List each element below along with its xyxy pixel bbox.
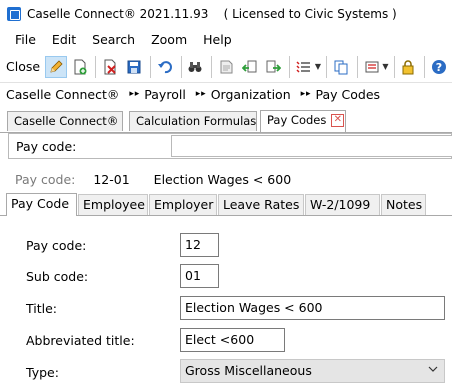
lock-icon[interactable] xyxy=(398,56,420,78)
close-button[interactable]: Close xyxy=(6,59,40,74)
breadcrumb: Caselle Connect® ▸ ▸ Payroll ▸ ▸ Organiz… xyxy=(0,83,452,105)
record-description: Election Wages < 600 xyxy=(153,172,292,187)
tab-pay-codes[interactable]: Pay Codes ✕ xyxy=(260,110,346,132)
sub-code-field[interactable]: 01 xyxy=(180,264,219,288)
help-icon[interactable]: ? xyxy=(428,56,450,78)
breadcrumb-arrow-icon[interactable]: ▸ ▸ xyxy=(129,89,139,99)
breadcrumb-item[interactable]: Caselle Connect® xyxy=(6,87,119,102)
title-field[interactable]: Election Wages < 600 xyxy=(180,296,445,320)
tab-pay-code[interactable]: Pay Code xyxy=(6,193,77,216)
tab-employee[interactable]: Employee xyxy=(78,194,148,215)
toolbar-separator xyxy=(356,55,358,78)
pay-code-field[interactable]: 12 xyxy=(180,233,219,257)
tab-employer[interactable]: Employer xyxy=(149,194,217,215)
tab-caselle-connect[interactable]: Caselle Connect® xyxy=(7,111,123,131)
chevron-down-icon[interactable]: ▼ xyxy=(315,62,321,71)
list-options-icon[interactable] xyxy=(293,56,315,78)
breadcrumb-item[interactable]: Payroll xyxy=(144,87,186,102)
toolbar: Close ▼ ▼ ? xyxy=(0,51,452,83)
menu-bar: File Edit Search Zoom Help xyxy=(0,28,452,50)
record-code: 12-01 xyxy=(93,172,130,187)
pay-code-search-input[interactable] xyxy=(171,135,452,157)
toolbar-separator xyxy=(95,55,97,78)
title-label: Title: xyxy=(26,301,57,316)
tab-label: Calculation Formulas xyxy=(136,114,257,128)
toolbar-separator xyxy=(289,55,291,78)
abbreviated-title-field[interactable]: Elect <600 xyxy=(180,328,285,352)
menu-zoom[interactable]: Zoom xyxy=(143,32,195,47)
tab-calculation-formulas[interactable]: Calculation Formulas xyxy=(129,111,257,131)
record-label: Pay code: xyxy=(15,172,76,187)
type-select-value: Gross Miscellaneous xyxy=(185,363,312,378)
lookup-label: Pay code: xyxy=(16,139,77,154)
toolbar-separator xyxy=(393,55,395,78)
new-record-icon[interactable] xyxy=(69,56,91,78)
toolbar-separator xyxy=(180,55,182,78)
tab-label: Caselle Connect® xyxy=(14,114,119,128)
pay-code-lookup: Pay code: xyxy=(8,133,452,159)
delete-record-icon[interactable] xyxy=(99,56,121,78)
close-tab-icon[interactable]: ✕ xyxy=(331,114,345,127)
tab-w2-1099[interactable]: W-2/1099 xyxy=(305,194,380,215)
save-icon[interactable] xyxy=(123,56,145,78)
svg-text:?: ? xyxy=(436,61,442,74)
pay-code-form: Pay code: 12 Sub code: 01 Title: Electio… xyxy=(0,216,452,389)
find-binoculars-icon[interactable] xyxy=(184,56,206,78)
copy-icon[interactable] xyxy=(330,56,352,78)
sub-code-label: Sub code: xyxy=(26,269,89,284)
notes-icon[interactable] xyxy=(215,56,237,78)
reports-icon[interactable] xyxy=(361,56,383,78)
current-record: Pay code: 12-01 Election Wages < 600 xyxy=(15,172,291,187)
window-title: Caselle Connect® 2021.11.93 ( Licensed t… xyxy=(27,7,397,21)
breadcrumb-item[interactable]: Pay Codes xyxy=(316,87,381,102)
breadcrumb-arrow-icon[interactable]: ▸ ▸ xyxy=(301,89,311,99)
edit-pencil-icon[interactable] xyxy=(45,55,67,78)
document-tabs: Caselle Connect® Calculation Formulas Pa… xyxy=(0,110,452,133)
abbreviated-title-label: Abbreviated title: xyxy=(26,333,135,348)
type-label: Type: xyxy=(26,365,59,380)
tab-label: Pay Codes xyxy=(267,113,327,127)
undo-icon[interactable] xyxy=(154,56,176,78)
tab-leave-rates[interactable]: Leave Rates xyxy=(218,194,304,215)
import-icon[interactable] xyxy=(239,56,261,78)
chevron-down-icon xyxy=(428,366,438,372)
toolbar-separator xyxy=(149,55,151,78)
menu-file[interactable]: File xyxy=(0,32,44,47)
detail-tabs: Pay Code Employee Employer Leave Rates W… xyxy=(0,193,452,216)
pay-code-label: Pay code: xyxy=(26,238,87,253)
export-icon[interactable] xyxy=(263,56,285,78)
tab-notes[interactable]: Notes xyxy=(381,194,426,215)
type-select[interactable]: Gross Miscellaneous xyxy=(180,359,445,383)
toolbar-separator xyxy=(211,55,213,78)
breadcrumb-arrow-icon[interactable]: ▸ ▸ xyxy=(196,89,206,99)
menu-edit[interactable]: Edit xyxy=(44,32,84,47)
title-bar: Caselle Connect® 2021.11.93 ( Licensed t… xyxy=(0,0,452,28)
menu-search[interactable]: Search xyxy=(84,32,143,47)
breadcrumb-item[interactable]: Organization xyxy=(211,87,291,102)
app-icon xyxy=(7,7,21,21)
chevron-down-icon[interactable]: ▼ xyxy=(382,62,388,71)
toolbar-separator xyxy=(326,55,328,78)
toolbar-separator xyxy=(424,55,426,78)
menu-help[interactable]: Help xyxy=(195,32,240,47)
